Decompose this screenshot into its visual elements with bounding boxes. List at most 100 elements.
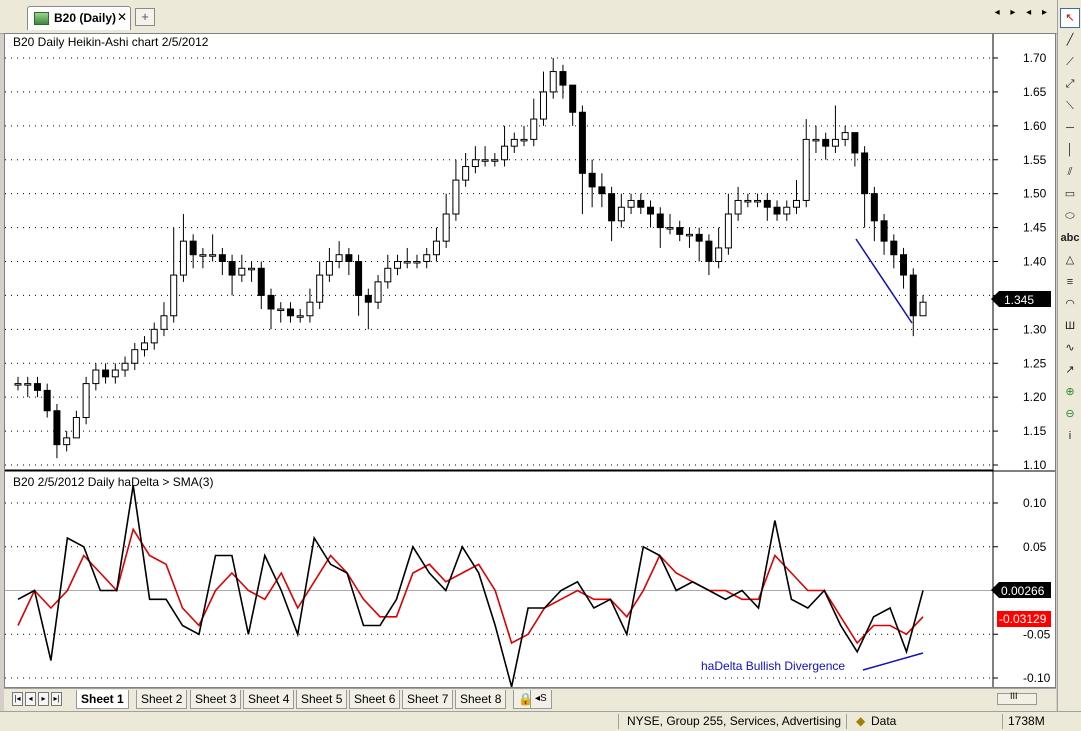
candle xyxy=(442,193,450,248)
candle xyxy=(471,146,479,174)
horizontal-scrollbar[interactable]: III xyxy=(997,691,1037,705)
price-tick-label: 1.50 xyxy=(1023,187,1047,201)
new-tab-button[interactable]: + xyxy=(135,8,155,26)
line-tool-icon[interactable]: ╱ xyxy=(1060,30,1080,50)
zoom-in-tool-icon[interactable]: ⊕ xyxy=(1060,382,1080,402)
vertical-line-tool-icon[interactable]: │ xyxy=(1060,140,1080,160)
extended-line-tool-icon[interactable]: ⤢ xyxy=(1060,74,1080,94)
candle xyxy=(92,363,100,391)
sheet-tab-3[interactable]: Sheet 3 xyxy=(190,690,242,709)
candle xyxy=(355,254,363,316)
sheet-tab-1[interactable]: Sheet 1 xyxy=(76,690,129,709)
last-sheet-button[interactable]: ▸| xyxy=(51,692,62,706)
candle xyxy=(666,214,674,235)
tab-strip: B20 (Daily) ✕ + ◂ ▸ ◂ ▸ xyxy=(0,0,1057,34)
candle xyxy=(783,200,791,221)
candle xyxy=(306,288,314,323)
candle xyxy=(335,241,343,269)
arc-tool-icon[interactable]: ◠ xyxy=(1060,294,1080,314)
sheet-tab-6[interactable]: Sheet 6 xyxy=(349,690,401,709)
candle xyxy=(831,105,839,153)
candle xyxy=(773,200,781,221)
sheet-tab-8[interactable]: Sheet 8 xyxy=(455,690,507,709)
candle xyxy=(131,342,139,371)
status-memory: 1738M xyxy=(1008,714,1045,728)
hadelta-trendline[interactable] xyxy=(862,652,924,671)
candle xyxy=(549,58,557,99)
status-data[interactable]: Data xyxy=(871,714,896,728)
candle xyxy=(900,247,908,289)
candle xyxy=(685,227,693,248)
candle xyxy=(744,193,752,208)
candle xyxy=(763,193,771,221)
price-tick-label: 1.15 xyxy=(1023,424,1047,438)
candle xyxy=(598,173,606,208)
candle xyxy=(578,105,586,215)
price-pane-title: B20 Daily Heikin-Ashi chart 2/5/2012 xyxy=(13,35,209,49)
candle xyxy=(43,383,51,418)
price-tick-label: 1.65 xyxy=(1023,85,1047,99)
sheet-tab-2[interactable]: Sheet 2 xyxy=(136,690,188,709)
sheet-tab-4[interactable]: Sheet 4 xyxy=(243,690,295,709)
fibonacci-tool-icon[interactable]: ≡ xyxy=(1060,272,1080,292)
segment-tool-icon[interactable]: ⟍ xyxy=(1060,96,1080,116)
triangle-tool-icon[interactable]: △ xyxy=(1060,250,1080,270)
candle xyxy=(890,234,898,269)
hadelta-last-value: 0.00266 xyxy=(1001,584,1045,598)
zoom-out-tool-icon[interactable]: ⊖ xyxy=(1060,404,1080,424)
price-last-value: 1.345 xyxy=(1004,293,1034,307)
price-tick-label: 1.25 xyxy=(1023,356,1047,370)
select-arrow-tool-icon[interactable]: ↖ xyxy=(1060,8,1080,28)
candle xyxy=(286,302,294,323)
candle xyxy=(374,275,382,309)
close-icon[interactable]: ✕ xyxy=(117,10,127,24)
first-sheet-button[interactable]: |◂ xyxy=(12,692,23,706)
tab-b20-daily[interactable]: B20 (Daily) ✕ xyxy=(27,6,131,30)
tab-nav-arrows[interactable]: ◂ ▸ ◂ ▸ xyxy=(995,7,1051,18)
chart-canvas[interactable]: B20 Daily Heikin-Ashi chart 2/5/2012 B20… xyxy=(5,34,1055,688)
candle xyxy=(53,403,61,459)
sheet-tab-5[interactable]: Sheet 5 xyxy=(296,690,348,709)
candle xyxy=(462,152,470,187)
arrow-tool-icon[interactable]: ↗ xyxy=(1060,360,1080,380)
pitchfork-tool-icon[interactable]: Ш xyxy=(1060,316,1080,336)
data-icon: ◆ xyxy=(856,714,866,728)
text-tool-icon[interactable]: abc xyxy=(1060,228,1080,248)
sheet-sync-icon[interactable]: ◂S xyxy=(530,690,552,709)
drawing-toolbar: ↖ ╱ ⟋ ⤢ ⟍ ─ │ ⫽ ▭ ⬭ abc △ ≡ ◠ Ш ∿ ↗ ⊕ ⊖ i xyxy=(1057,0,1081,711)
candle xyxy=(715,227,723,269)
info-tool-icon[interactable]: i xyxy=(1060,426,1080,446)
next-sheet-button[interactable]: ▸ xyxy=(38,692,49,706)
horizontal-line-tool-icon[interactable]: ─ xyxy=(1060,118,1080,138)
ellipse-tool-icon[interactable]: ⬭ xyxy=(1060,206,1080,226)
candle xyxy=(919,295,927,317)
candle xyxy=(267,288,275,330)
ray-tool-icon[interactable]: ⟋ xyxy=(1060,52,1080,72)
candle xyxy=(510,132,518,153)
candle xyxy=(734,186,742,221)
chart-icon xyxy=(34,12,49,25)
parallel-lines-tool-icon[interactable]: ⫽ xyxy=(1060,162,1080,182)
zigzag-tool-icon[interactable]: ∿ xyxy=(1060,338,1080,358)
sma-last-value: -0.03129 xyxy=(999,612,1047,626)
candle xyxy=(627,193,635,215)
price-last-label: 1.345 xyxy=(991,291,1051,307)
indicator-tick-label: -0.10 xyxy=(1023,671,1051,685)
price-tick-label: 1.70 xyxy=(1023,51,1047,65)
candle xyxy=(296,308,304,323)
sheet-tab-7[interactable]: Sheet 7 xyxy=(402,690,454,709)
candle xyxy=(754,193,762,208)
candle xyxy=(111,363,119,384)
candle xyxy=(520,125,528,147)
candle xyxy=(199,247,207,269)
candle xyxy=(724,193,732,255)
prev-sheet-button[interactable]: ◂ xyxy=(25,692,36,706)
candle xyxy=(209,234,217,262)
indicator-grid: 0.100.050.00-0.05-0.10 xyxy=(5,496,1051,685)
candle xyxy=(423,247,431,269)
candle xyxy=(530,98,538,147)
chart-frame: B20 Daily Heikin-Ashi chart 2/5/2012 B20… xyxy=(4,33,1056,688)
rectangle-tool-icon[interactable]: ▭ xyxy=(1060,184,1080,204)
candle xyxy=(705,234,713,276)
candle xyxy=(24,376,32,398)
